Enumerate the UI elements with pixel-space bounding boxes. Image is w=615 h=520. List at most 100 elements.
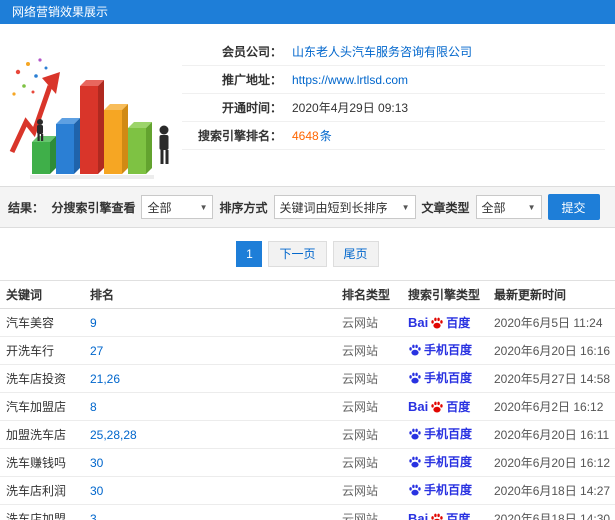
pagination: 1 下一页 尾页 — [0, 228, 615, 280]
rank-type-cell: 云网站 — [336, 448, 402, 477]
keyword-cell: 加盟洗车店 — [0, 420, 84, 449]
engine-select[interactable]: 全部 ▼ — [141, 195, 214, 219]
page-title: 网络营销效果展示 — [12, 5, 109, 19]
person-icon — [159, 125, 169, 164]
article-type-label: 文章类型 — [421, 200, 470, 215]
pagination-current[interactable]: 1 — [236, 241, 263, 267]
engine-cell: 手机百度 — [402, 476, 488, 505]
rank-cell[interactable]: 9 — [84, 308, 336, 337]
baidu-paw-icon — [409, 484, 421, 496]
engine-cell: Bai 百度 — [402, 392, 488, 421]
engine-rank-count: 4648 — [292, 128, 319, 143]
col-engine-type: 搜索引擎类型 — [402, 280, 488, 309]
time-cell: 2020年5月27日 14:58 — [488, 364, 615, 393]
rank-type-cell: 云网站 — [336, 364, 402, 393]
engine-select-value: 全部 — [147, 200, 172, 215]
article-type-select[interactable]: 全部 ▼ — [475, 195, 542, 219]
baidu-paw-icon — [409, 456, 421, 468]
open-time-row: 开通时间： 2020年4月29日 09:13 — [182, 94, 605, 122]
rank-type-cell: 云网站 — [336, 392, 402, 421]
pagination-last[interactable]: 尾页 — [332, 241, 379, 267]
result-label: 结果： — [8, 200, 45, 215]
engine-cell: 手机百度 — [402, 336, 488, 365]
time-cell: 2020年6月5日 11:24 — [488, 308, 615, 337]
mobile-baidu-logo: 手机百度 — [408, 369, 472, 386]
rank-type-cell: 云网站 — [336, 336, 402, 365]
engine-rank-label: 搜索引擎排名： — [197, 129, 282, 143]
table-body: 汽车美容 9 云网站 Bai 百度 2020年6月5日 11:24 开洗车行 27 云网站 手机百… — [0, 308, 615, 520]
engine-rank-row: 搜索引擎排名： 4648 条 — [182, 122, 605, 150]
mobile-baidu-logo: 手机百度 — [408, 481, 472, 498]
baidu-logo: Bai 百度 — [408, 510, 470, 520]
keyword-cell: 开洗车行 — [0, 336, 84, 365]
table-row: 汽车美容 9 云网站 Bai 百度 2020年6月5日 11:24 — [0, 308, 615, 337]
engine-filter-label: 分搜索引擎查看 — [51, 200, 136, 215]
rank-cell[interactable]: 30 — [84, 448, 336, 477]
engine-cell: Bai 百度 — [402, 308, 488, 337]
bar-chart-illustration-svg — [9, 58, 169, 179]
bar-chart-illustration — [6, 34, 176, 182]
company-row: 会员公司： 山东老人头汽车服务咨询有限公司 — [182, 38, 605, 66]
submit-button[interactable]: 提交 — [547, 194, 600, 220]
table-row: 洗车店加盟 3 云网站 Bai 百度 2020年6月18日 14:30 — [0, 504, 615, 520]
keyword-cell: 洗车店利润 — [0, 476, 84, 505]
col-update-time: 最新更新时间 — [488, 280, 615, 309]
mobile-baidu-logo: 手机百度 — [408, 453, 472, 470]
time-cell: 2020年6月20日 16:16 — [488, 336, 615, 365]
article-type-select-value: 全部 — [481, 200, 506, 215]
company-link[interactable]: 山东老人头汽车服务咨询有限公司 — [292, 43, 472, 60]
rank-cell[interactable]: 27 — [84, 336, 336, 365]
chevron-down-icon: ▼ — [527, 202, 536, 212]
time-cell: 2020年6月18日 14:30 — [488, 504, 615, 520]
baidu-paw-icon — [409, 344, 421, 356]
keyword-cell: 汽车美容 — [0, 308, 84, 337]
time-cell: 2020年6月2日 16:12 — [488, 392, 615, 421]
info-section: 会员公司： 山东老人头汽车服务咨询有限公司 推广地址： https://www.… — [0, 24, 615, 186]
col-rank: 排名 — [84, 280, 336, 309]
table-header: 关键词 排名 排名类型 搜索引擎类型 最新更新时间 — [0, 280, 615, 309]
open-time-label: 开通时间： — [221, 101, 282, 115]
chevron-down-icon: ▼ — [199, 202, 208, 212]
rank-cell[interactable]: 8 — [84, 392, 336, 421]
baidu-paw-icon — [409, 372, 421, 384]
table-row: 洗车店投资 21,26 云网站 手机百度 2020年5月27日 14:58 — [0, 364, 615, 393]
engine-cell: 手机百度 — [402, 420, 488, 449]
col-keyword: 关键词 — [0, 280, 84, 309]
company-label: 会员公司： — [221, 45, 282, 59]
rank-type-cell: 云网站 — [336, 504, 402, 520]
keyword-cell: 洗车赚钱吗 — [0, 448, 84, 477]
keyword-cell: 汽车加盟店 — [0, 392, 84, 421]
engine-cell: 手机百度 — [402, 448, 488, 477]
header-bar: 网络营销效果展示 — [0, 0, 615, 24]
baidu-paw-icon — [431, 401, 443, 413]
rank-type-cell: 云网站 — [336, 476, 402, 505]
rank-cell[interactable]: 3 — [84, 504, 336, 520]
table-row: 洗车店利润 30 云网站 手机百度 2020年6月18日 14:27 — [0, 476, 615, 505]
info-rows: 会员公司： 山东老人头汽车服务咨询有限公司 推广地址： https://www.… — [182, 34, 605, 182]
rank-type-cell: 云网站 — [336, 308, 402, 337]
promo-url-link[interactable]: https://www.lrtlsd.com — [292, 73, 408, 87]
rank-cell[interactable]: 25,28,28 — [84, 420, 336, 449]
col-rank-type: 排名类型 — [336, 280, 402, 309]
rank-cell[interactable]: 30 — [84, 476, 336, 505]
table-row: 洗车赚钱吗 30 云网站 手机百度 2020年6月20日 16:12 — [0, 448, 615, 477]
sort-select[interactable]: 关键词由短到长排序 ▼ — [273, 195, 416, 219]
engine-cell: 手机百度 — [402, 364, 488, 393]
time-cell: 2020年6月20日 16:11 — [488, 420, 615, 449]
engine-cell: Bai 百度 — [402, 504, 488, 520]
pagination-next[interactable]: 下一页 — [268, 241, 327, 267]
time-cell: 2020年6月20日 16:12 — [488, 448, 615, 477]
table-row: 汽车加盟店 8 云网站 Bai 百度 2020年6月2日 16:12 — [0, 392, 615, 421]
rank-cell[interactable]: 21,26 — [84, 364, 336, 393]
promo-url-row: 推广地址： https://www.lrtlsd.com — [182, 66, 605, 94]
sort-label: 排序方式 — [219, 200, 268, 215]
baidu-paw-icon — [409, 428, 421, 440]
baidu-logo: Bai 百度 — [408, 399, 471, 414]
table-row: 加盟洗车店 25,28,28 云网站 手机百度 2020年6月20日 16:11 — [0, 420, 615, 449]
time-cell: 2020年6月18日 14:27 — [488, 476, 615, 505]
engine-rank-unit: 条 — [319, 129, 332, 143]
keyword-cell: 洗车店投资 — [0, 364, 84, 393]
baidu-paw-icon — [431, 317, 443, 329]
filter-controls: 分搜索引擎查看 全部 ▼ 排序方式 关键词由短到长排序 ▼ 文章类型 全部 ▼ … — [44, 194, 607, 220]
promo-url-label: 推广地址： — [221, 73, 282, 87]
